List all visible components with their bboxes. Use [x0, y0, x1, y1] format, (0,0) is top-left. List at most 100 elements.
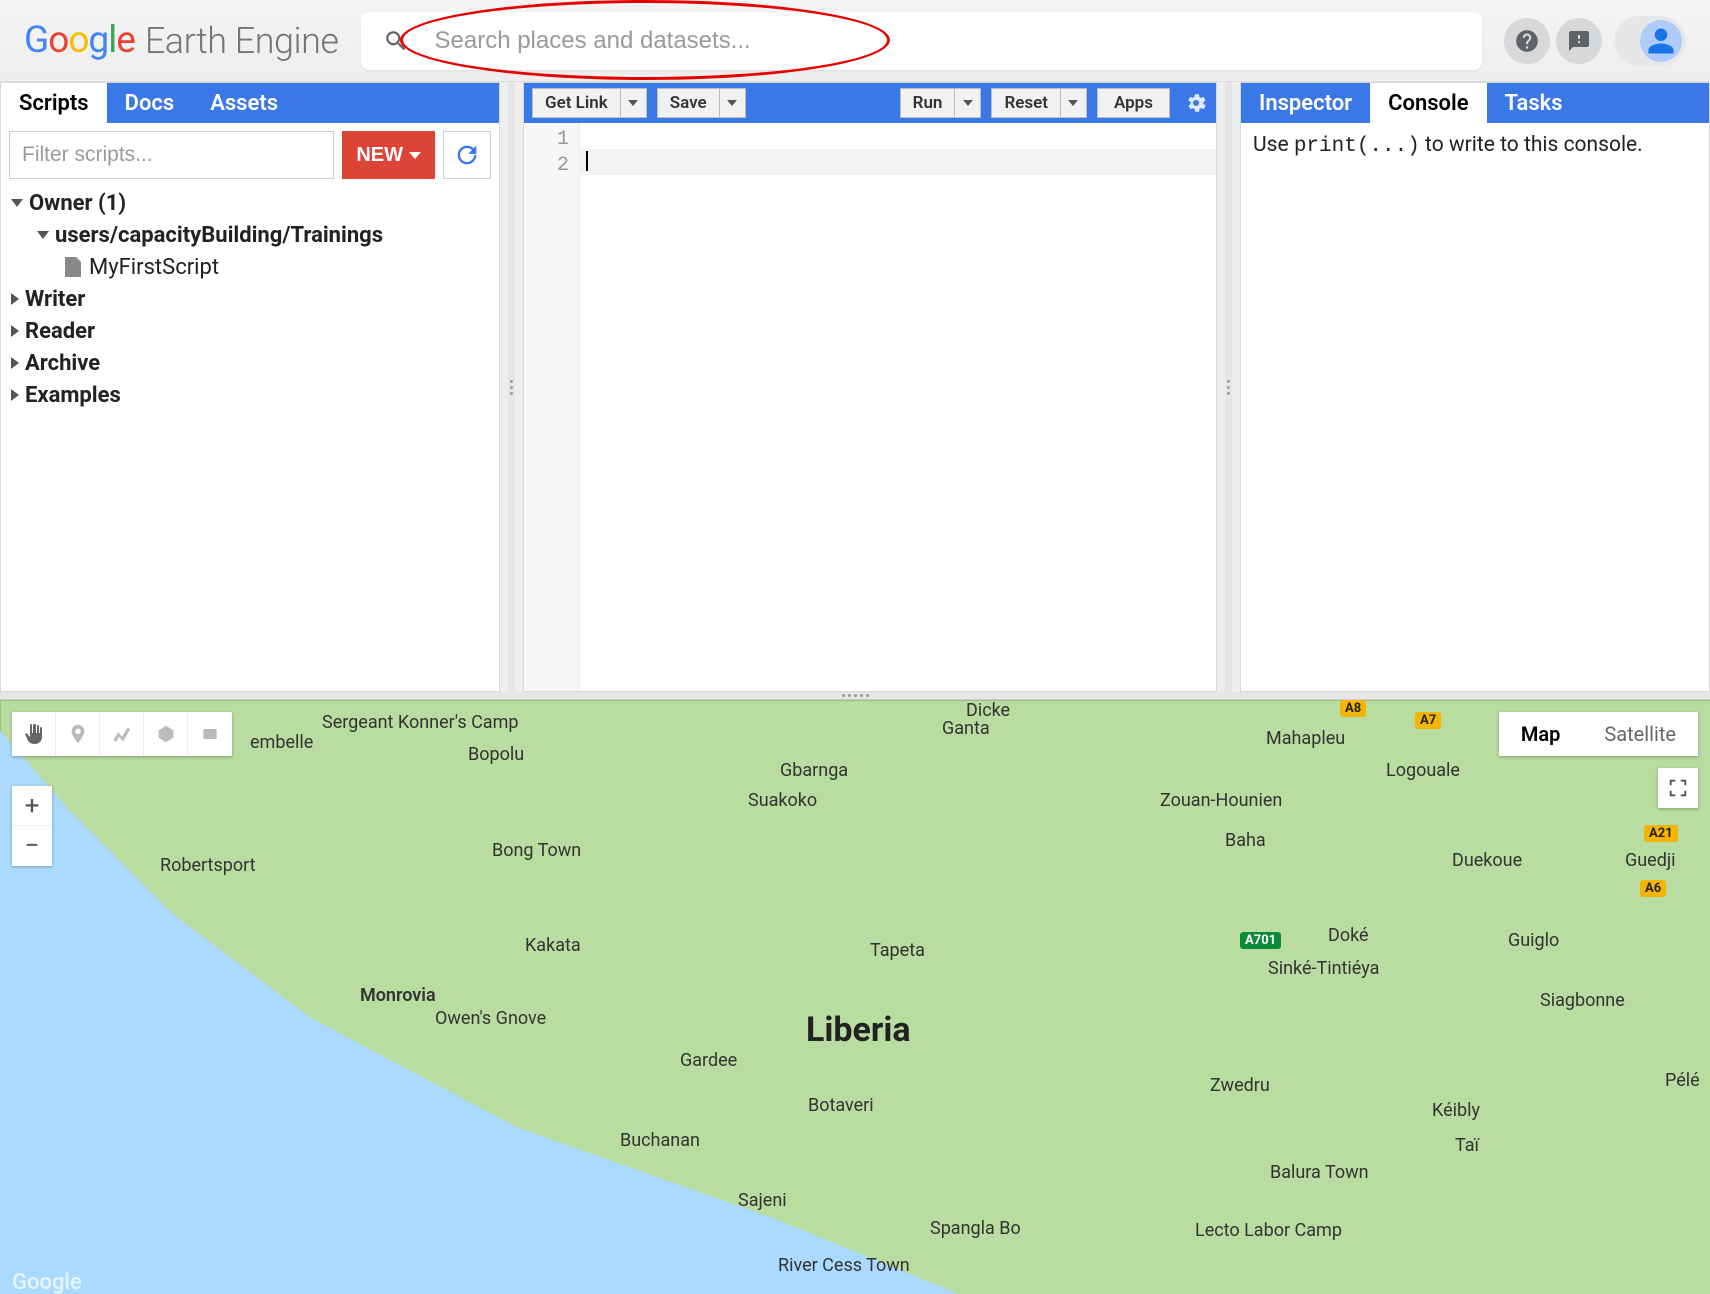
road-a701: A701 — [1240, 932, 1281, 949]
settings-button[interactable] — [1184, 91, 1208, 115]
city-suakoko: Suakoko — [748, 790, 817, 811]
city-rivercess: River Cess Town — [778, 1255, 910, 1276]
resize-handle-right[interactable] — [1225, 82, 1232, 692]
city-kakata: Kakata — [525, 935, 581, 956]
rectangle-icon — [200, 724, 220, 744]
save-dropdown[interactable] — [719, 89, 745, 117]
city-botaveri: Botaveri — [808, 1095, 874, 1116]
pin-icon — [67, 723, 89, 745]
product-name: Earth Engine — [145, 20, 339, 62]
avatar — [1640, 20, 1682, 62]
tree-examples[interactable]: Examples — [11, 379, 489, 411]
search-bar[interactable] — [361, 12, 1483, 70]
person-icon — [1646, 26, 1676, 56]
new-button[interactable]: NEW — [342, 131, 435, 179]
chevron-down-icon — [628, 100, 638, 106]
tree-writer-label: Writer — [25, 287, 85, 312]
text-cursor — [586, 151, 588, 171]
chevron-right-icon — [11, 293, 19, 305]
workspace: Scripts Docs Assets NEW Owner (1) users/… — [0, 82, 1710, 692]
zoom-in-button[interactable]: + — [12, 786, 52, 826]
city-keibly: Kéibly — [1432, 1100, 1480, 1121]
city-logouale: Logouale — [1386, 760, 1460, 781]
run-button[interactable]: Run — [900, 88, 982, 118]
code-editor[interactable]: 1 2 — [524, 123, 1216, 691]
line-tool[interactable] — [100, 712, 144, 756]
reset-dropdown[interactable] — [1060, 89, 1086, 117]
polygon-tool[interactable] — [144, 712, 188, 756]
map-draw-toolbar — [12, 712, 232, 756]
chevron-down-icon — [1068, 100, 1078, 106]
hand-icon — [22, 722, 46, 746]
resize-handle-bottom[interactable] — [0, 692, 1710, 699]
point-tool[interactable] — [56, 712, 100, 756]
account-switcher[interactable] — [1614, 16, 1686, 66]
console-hint-code: print(...) — [1294, 135, 1420, 158]
reset-button[interactable]: Reset — [991, 88, 1087, 118]
map-watermark: Google — [12, 1270, 82, 1294]
tree-reader[interactable]: Reader — [11, 315, 489, 347]
run-dropdown[interactable] — [954, 89, 980, 117]
right-tabs: Inspector Console Tasks — [1241, 83, 1709, 123]
get-link-dropdown[interactable] — [620, 89, 646, 117]
zoom-out-button[interactable]: − — [12, 826, 52, 866]
apps-button[interactable]: Apps — [1097, 88, 1170, 118]
get-link-button[interactable]: Get Link — [532, 88, 647, 118]
city-siagbonne: Siagbonne — [1540, 990, 1625, 1011]
tree-owner[interactable]: Owner (1) — [11, 187, 489, 219]
tab-tasks[interactable]: Tasks — [1487, 83, 1581, 123]
rectangle-tool[interactable] — [188, 712, 232, 756]
city-bopolu: Bopolu — [468, 744, 524, 765]
save-button[interactable]: Save — [657, 88, 746, 118]
left-tabs: Scripts Docs Assets — [1, 83, 499, 123]
city-ganta: Ganta — [942, 718, 990, 739]
refresh-icon — [453, 141, 481, 169]
city-spangla: Spangla Bo — [930, 1218, 1021, 1239]
refresh-button[interactable] — [443, 131, 491, 179]
tab-inspector[interactable]: Inspector — [1241, 83, 1370, 123]
run-label: Run — [901, 89, 955, 117]
city-dicke: Dicke — [966, 700, 1010, 721]
tab-scripts[interactable]: Scripts — [1, 83, 107, 123]
city-monrovia: Monrovia — [360, 985, 436, 1006]
map-viewport[interactable]: Liberia Monrovia Robertsport Kakata Owen… — [0, 699, 1710, 1294]
city-tai: Taï — [1455, 1135, 1479, 1156]
map-type-map[interactable]: Map — [1499, 712, 1583, 756]
city-sajeni: Sajeni — [738, 1190, 787, 1211]
google-logo: Google — [24, 19, 135, 62]
scripts-toolbar: NEW — [1, 123, 499, 187]
file-icon — [65, 257, 81, 277]
tree-writer[interactable]: Writer — [11, 283, 489, 315]
feedback-button[interactable] — [1556, 18, 1602, 64]
pan-tool[interactable] — [12, 712, 56, 756]
map-type-satellite[interactable]: Satellite — [1582, 712, 1698, 756]
resize-handle-left[interactable] — [508, 82, 515, 692]
city-duekoue: Duekoue — [1452, 850, 1522, 871]
city-tapeta: Tapeta — [870, 940, 925, 961]
scripts-panel: Scripts Docs Assets NEW Owner (1) users/… — [0, 82, 500, 692]
tab-assets[interactable]: Assets — [192, 83, 296, 123]
fullscreen-icon — [1667, 777, 1689, 799]
search-input[interactable] — [435, 27, 1461, 55]
tree-reader-label: Reader — [25, 319, 95, 344]
code-area[interactable] — [580, 123, 1216, 691]
chevron-down-icon — [963, 100, 973, 106]
tree-repo[interactable]: users/capacityBuilding/Trainings — [11, 219, 489, 251]
road-a21: A21 — [1644, 825, 1678, 842]
code-line — [580, 123, 1216, 149]
get-link-label: Get Link — [533, 89, 620, 117]
tab-console[interactable]: Console — [1370, 83, 1486, 123]
tree-archive[interactable]: Archive — [11, 347, 489, 379]
tab-docs[interactable]: Docs — [107, 83, 193, 123]
tree-script-myfirst[interactable]: MyFirstScript — [11, 251, 489, 283]
road-a8: A8 — [1340, 700, 1366, 717]
save-label: Save — [658, 89, 719, 117]
filter-scripts-input[interactable] — [9, 131, 334, 179]
fullscreen-button[interactable] — [1658, 768, 1698, 808]
line-number: 2 — [524, 153, 569, 179]
road-a6: A6 — [1640, 880, 1666, 897]
header-right — [1504, 16, 1686, 66]
city-owens: Owen's Gnove — [435, 1008, 546, 1029]
city-robertsport: Robertsport — [160, 855, 256, 876]
help-button[interactable] — [1504, 18, 1550, 64]
